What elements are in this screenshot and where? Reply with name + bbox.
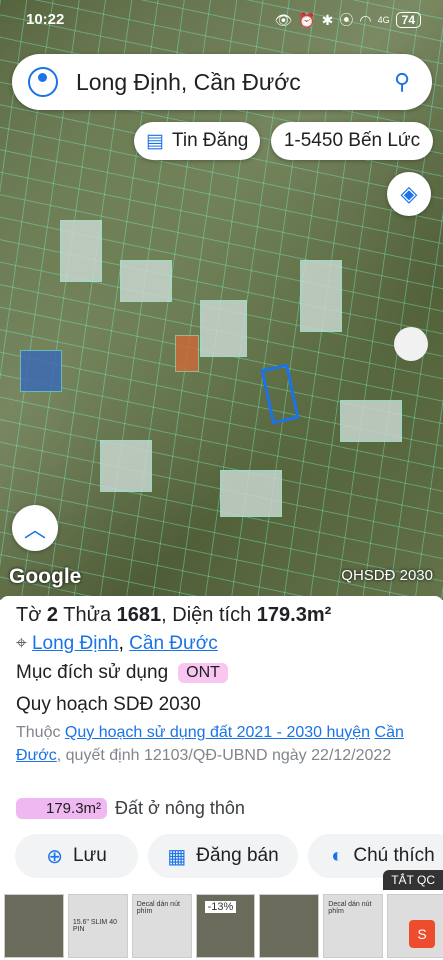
map-parcel xyxy=(220,470,282,517)
bookmark-add-icon: ⊕ xyxy=(46,845,63,868)
parcel-header: Tờ 2 Thửa 1681, Diện tích 179.3m² xyxy=(16,604,332,626)
post-sale-button[interactable]: ▦ Đăng bán xyxy=(148,834,298,878)
ad-thumbnail[interactable] xyxy=(259,894,320,958)
post-sale-label: Đăng bán xyxy=(196,845,279,866)
purpose-line: Mục đích sử dụng ONT xyxy=(16,662,228,684)
purpose-label: Mục đích sử dụng xyxy=(16,662,169,683)
status-time: 10:22 xyxy=(26,11,65,28)
satellite-map[interactable]: 10:22 👁 ⏰ ✱ ⦿ ◠ 4G 74 Long Định, Cần Đướ… xyxy=(0,0,443,600)
ad-thumbnail[interactable]: Decal dán nút phím xyxy=(323,894,384,958)
map-parcel xyxy=(100,440,152,492)
area-label: Diện tích xyxy=(172,604,252,626)
commune-link[interactable]: Long Định xyxy=(32,633,119,654)
ad-thumbnail[interactable]: 15.6" SLIM 40 PIN xyxy=(67,894,128,958)
ad-banner[interactable]: 15.6" SLIM 40 PIN Decal dán nút phím -13… xyxy=(0,894,443,960)
decision-date: 22/12/2022 xyxy=(311,747,392,764)
google-logo: Google xyxy=(9,565,82,588)
map-parcel xyxy=(200,300,247,357)
listing-icon: ▦ xyxy=(167,845,187,868)
ad-thumbnail[interactable]: Decal dán nút phím xyxy=(131,894,192,958)
map-parcel xyxy=(340,400,402,442)
status-icons: 👁 ⏰ ✱ ⦿ ◠ 4G 74 xyxy=(274,10,421,30)
map-parcel xyxy=(120,260,172,302)
plan-details: Thuộc Quy hoạch sử dụng đất 2021 - 2030 … xyxy=(16,721,426,767)
signal-label: 4G xyxy=(377,15,390,25)
location-icon: ⦿ xyxy=(339,12,354,28)
chip-label: Tin Đăng xyxy=(171,130,249,151)
save-button[interactable]: ⊕ Lưu xyxy=(15,834,138,878)
area-badge: 179.3m² xyxy=(16,798,108,819)
plan-title: Quy hoạch SDĐ 2030 xyxy=(16,694,201,715)
ad-text: -13% xyxy=(204,901,237,913)
area-value: 179.3m² xyxy=(256,604,332,626)
ad-text: Decal dán nút phím xyxy=(328,901,372,915)
map-parcel xyxy=(60,220,102,282)
district-link[interactable]: Cần Đước xyxy=(129,633,218,654)
list-icon: ▤ xyxy=(146,130,164,152)
thua-label: Thửa xyxy=(63,604,112,626)
legend-label: Chú thích xyxy=(353,845,435,866)
layers-icon[interactable]: ◈ xyxy=(387,172,431,216)
map-parcel xyxy=(300,260,342,332)
chip-label: 1-5450 Bến Lức xyxy=(283,130,421,151)
selected-parcel-outline[interactable] xyxy=(260,363,300,425)
belongs-prefix: Thuộc xyxy=(16,724,61,741)
map-handle[interactable] xyxy=(394,327,428,361)
eye-icon: 👁 xyxy=(274,11,293,28)
alarm-icon: ⏰ xyxy=(298,11,316,28)
land-type-label: Đất ở nông thôn xyxy=(115,798,245,818)
chevron-up-icon[interactable]: ︿ xyxy=(12,505,58,551)
plan-link[interactable]: Quy hoạch sử dụng đất 2021 - 2030 huyện xyxy=(65,724,370,741)
close-ads-button[interactable]: TẮT QC xyxy=(383,870,443,890)
ad-thumbnail[interactable] xyxy=(4,894,64,958)
search-icon[interactable]: ⚲ xyxy=(382,69,422,95)
account-circle-icon[interactable] xyxy=(28,67,58,97)
wifi-icon: ◠ xyxy=(359,11,372,28)
pin-icon: ⌖ xyxy=(16,633,27,654)
contrast-icon: ◐ xyxy=(331,844,344,867)
thua-value: 1681 xyxy=(116,604,162,626)
map-parcel xyxy=(20,350,62,392)
ad-text: Decal dán nút phím xyxy=(136,901,180,915)
decision-text: , quyết định 12103/QĐ-UBND ngày xyxy=(56,747,307,764)
chip-ben-luc[interactable]: 1-5450 Bến Lức xyxy=(271,122,433,160)
map-parcel xyxy=(175,335,199,372)
status-bar: 10:22 👁 ⏰ ✱ ⦿ ◠ 4G 74 xyxy=(0,8,443,34)
overlay-label: QHSDĐ 2030 xyxy=(341,567,433,584)
battery-icon: 74 xyxy=(395,12,421,28)
bluetooth-icon: ✱ xyxy=(321,11,334,28)
search-bar[interactable]: Long Định, Cần Đước ⚲ xyxy=(12,54,432,110)
ad-thumbnail[interactable]: -13% xyxy=(195,894,256,958)
search-input[interactable]: Long Định, Cần Đước xyxy=(76,69,382,96)
location-line: ⌖ Long Định, Cần Đước xyxy=(16,633,218,654)
chip-tin-dang[interactable]: ▤ Tin Đăng xyxy=(134,122,260,160)
to-label: Tờ xyxy=(16,604,42,626)
shopee-icon[interactable]: S xyxy=(409,920,435,948)
to-value: 2 xyxy=(46,604,59,626)
ad-text: 15.6" SLIM 40 PIN xyxy=(72,919,117,933)
purpose-badge: ONT xyxy=(178,663,228,683)
save-label: Lưu xyxy=(72,845,107,866)
land-type-row: 179.3m² Đất ở nông thôn xyxy=(16,798,245,819)
